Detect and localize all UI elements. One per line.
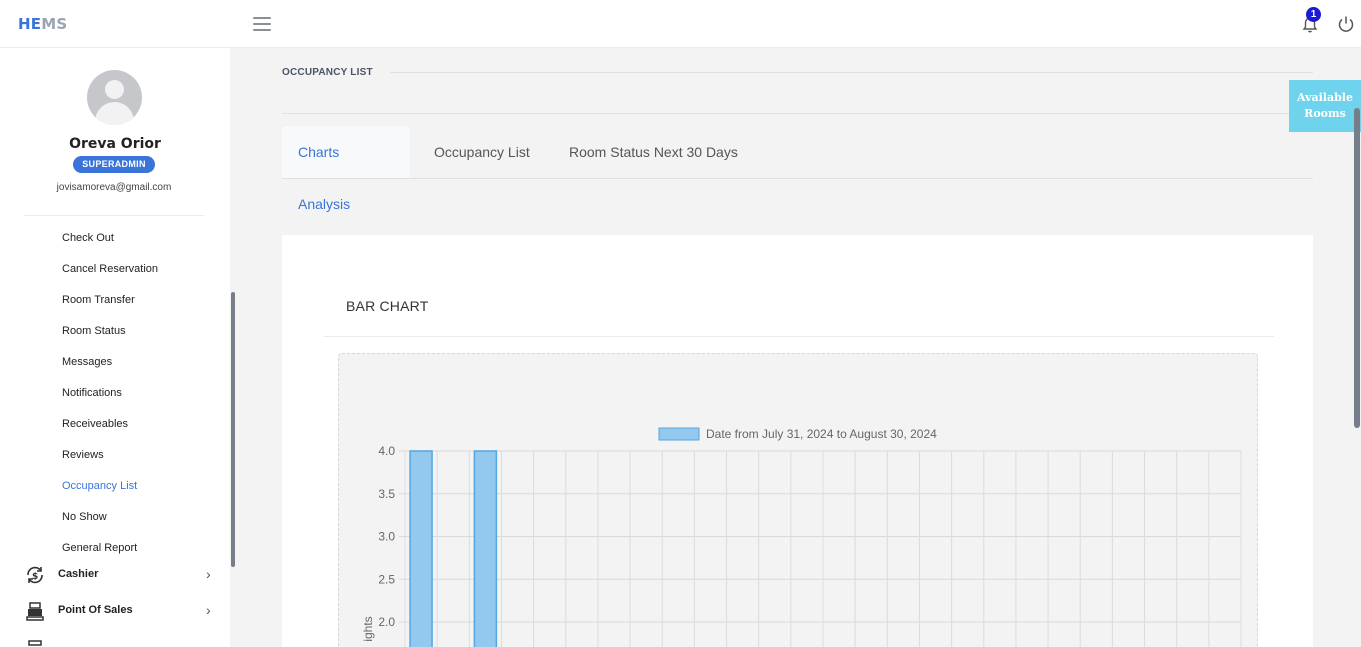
legend-swatch bbox=[658, 427, 700, 441]
sidebar-group-point-of-sales[interactable]: Point Of Sales › bbox=[24, 600, 220, 622]
sidebar-divider bbox=[24, 215, 204, 216]
sidebar-item-notifications[interactable]: Notifications bbox=[62, 387, 158, 418]
role-badge: SUPERADMIN bbox=[73, 156, 155, 173]
card-title: BAR CHART bbox=[346, 298, 429, 314]
chevron-right-icon: › bbox=[206, 602, 211, 618]
logo-he: HE bbox=[18, 15, 42, 33]
bar-chart: 4.0 3.5 3.0 2.5 2.0ights Date from July 31, 2… bbox=[361, 427, 1242, 647]
power-icon[interactable] bbox=[1337, 15, 1355, 33]
sidebar-item-room-transfer[interactable]: Room Transfer bbox=[62, 294, 158, 325]
sidebar-group-label: Point Of Sales bbox=[58, 604, 133, 616]
sidebar-menu: Check Out Cancel Reservation Room Transf… bbox=[62, 232, 158, 573]
cashier-icon: $ bbox=[24, 564, 46, 586]
main-scrollbar[interactable] bbox=[1354, 108, 1360, 428]
y-tick-label: 2.5 bbox=[378, 572, 395, 586]
sidebar-group-next[interactable] bbox=[24, 638, 220, 647]
menu-group-icon bbox=[24, 638, 46, 647]
sidebar-item-receiveables[interactable]: Receiveables bbox=[62, 418, 158, 449]
svg-text:$: $ bbox=[32, 572, 38, 582]
user-name: Oreva Orior bbox=[69, 136, 161, 152]
available-rooms-button[interactable]: Available Rooms bbox=[1289, 80, 1361, 132]
y-tick-label: 3.0 bbox=[378, 530, 395, 544]
tab-bar: Charts Analysis Occupancy List Room Stat… bbox=[282, 126, 1313, 212]
legend-label: Date from July 31, 2024 to August 30, 20… bbox=[706, 427, 937, 441]
y-tick-label: 3.5 bbox=[378, 487, 395, 501]
notification-count-badge: 1 bbox=[1306, 7, 1321, 22]
sidebar-group-cashier[interactable]: $ Cashier › bbox=[24, 564, 220, 586]
user-email: jovisamoreva@gmail.com bbox=[56, 182, 172, 193]
sidebar-item-room-status[interactable]: Room Status bbox=[62, 325, 158, 356]
sidebar-group-label: Cashier bbox=[58, 568, 99, 580]
tab-room-status-next-30-days[interactable]: Room Status Next 30 Days bbox=[553, 126, 754, 178]
page-title: OCCUPANCY LIST bbox=[282, 67, 373, 78]
header-divider bbox=[282, 113, 1313, 114]
y-axis-label: ights bbox=[361, 616, 375, 641]
sidebar-scrollbar[interactable] bbox=[231, 292, 235, 567]
avatar[interactable] bbox=[87, 70, 142, 125]
header-divider bbox=[390, 72, 1313, 73]
sidebar-item-check-out[interactable]: Check Out bbox=[62, 232, 158, 263]
tab-occupancy-list[interactable]: Occupancy List bbox=[418, 126, 546, 178]
card-divider bbox=[324, 336, 1274, 337]
sidebar-item-messages[interactable]: Messages bbox=[62, 356, 158, 387]
register-icon bbox=[24, 600, 46, 622]
chart-container: 4.0 3.5 3.0 2.5 2.0 ights Date from July 31, 2… bbox=[338, 353, 1258, 647]
bar bbox=[409, 450, 433, 647]
sidebar-item-reviews[interactable]: Reviews bbox=[62, 449, 158, 480]
logo-ms: MS bbox=[41, 15, 68, 33]
sidebar: Oreva Orior SUPERADMIN jovisamoreva@gmai… bbox=[0, 48, 230, 647]
sidebar-item-cancel-reservation[interactable]: Cancel Reservation bbox=[62, 263, 158, 294]
bar bbox=[473, 450, 498, 647]
tab-charts-analysis[interactable]: Charts Analysis bbox=[282, 126, 410, 212]
app-logo[interactable]: HEMS bbox=[18, 15, 67, 33]
sidebar-item-occupancy-list[interactable]: Occupancy List bbox=[62, 480, 158, 511]
chevron-right-icon: › bbox=[206, 566, 211, 582]
y-tick-label: 4.0 bbox=[378, 444, 395, 458]
chart-card: BAR CHART 4.0 3.5 3.0 2.5 2.0 ights Date from … bbox=[282, 235, 1313, 647]
top-bar: HEMS 1 bbox=[0, 0, 1361, 48]
sidebar-item-no-show[interactable]: No Show bbox=[62, 511, 158, 542]
y-tick-label: 2.0 bbox=[378, 615, 395, 629]
menu-toggle-icon[interactable] bbox=[253, 17, 271, 31]
